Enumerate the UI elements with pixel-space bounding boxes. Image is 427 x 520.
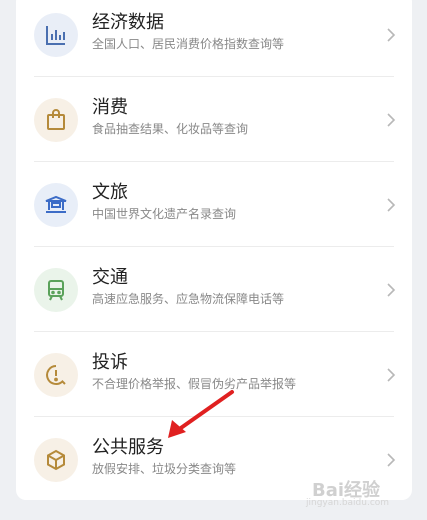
item-subtitle: 放假安排、垃圾分类查询等 — [92, 462, 237, 476]
box-icon — [34, 437, 78, 482]
item-subtitle: 不合理价格举报、假冒伪劣产品举报等 — [92, 377, 297, 391]
list-item-culture-tourism[interactable]: 文旅 中国世界文化遗产名录查询 — [16, 162, 412, 247]
item-subtitle: 中国世界文化遗产名录查询 — [92, 207, 237, 221]
list-item-complaint[interactable]: 投诉 不合理价格举报、假冒伪劣产品举报等 — [16, 332, 412, 417]
service-list-card: 经济数据 全国人口、居民消费价格指数查询等 消费 食品抽查结果、化妆品等查询 文… — [16, 0, 412, 500]
list-item-transport[interactable]: 交通 高速应急服务、应急物流保障电话等 — [16, 247, 412, 332]
item-subtitle: 食品抽查结果、化妆品等查询 — [92, 122, 249, 136]
shopping-bag-icon — [34, 97, 78, 142]
chevron-right-icon — [387, 112, 396, 127]
chevron-right-icon — [387, 197, 396, 212]
item-title: 投诉 — [92, 352, 128, 373]
alert-icon — [34, 352, 78, 397]
chevron-right-icon — [387, 27, 396, 42]
chevron-right-icon — [387, 367, 396, 382]
item-title: 交通 — [92, 267, 128, 288]
watermark-site: jingyan.baidu.com — [306, 498, 390, 508]
train-icon — [34, 267, 78, 312]
item-title: 公共服务 — [92, 437, 164, 458]
bar-chart-icon — [34, 12, 78, 57]
item-subtitle: 高速应急服务、应急物流保障电话等 — [92, 292, 285, 306]
item-title: 消费 — [92, 97, 128, 118]
item-subtitle: 全国人口、居民消费价格指数查询等 — [92, 37, 285, 51]
landmark-icon — [34, 182, 78, 227]
list-item-consumption[interactable]: 消费 食品抽查结果、化妆品等查询 — [16, 77, 412, 162]
item-title: 经济数据 — [92, 12, 164, 33]
chevron-right-icon — [387, 282, 396, 297]
list-item-economic-data[interactable]: 经济数据 全国人口、居民消费价格指数查询等 — [16, 0, 412, 77]
chevron-right-icon — [387, 452, 396, 467]
item-title: 文旅 — [92, 182, 128, 203]
